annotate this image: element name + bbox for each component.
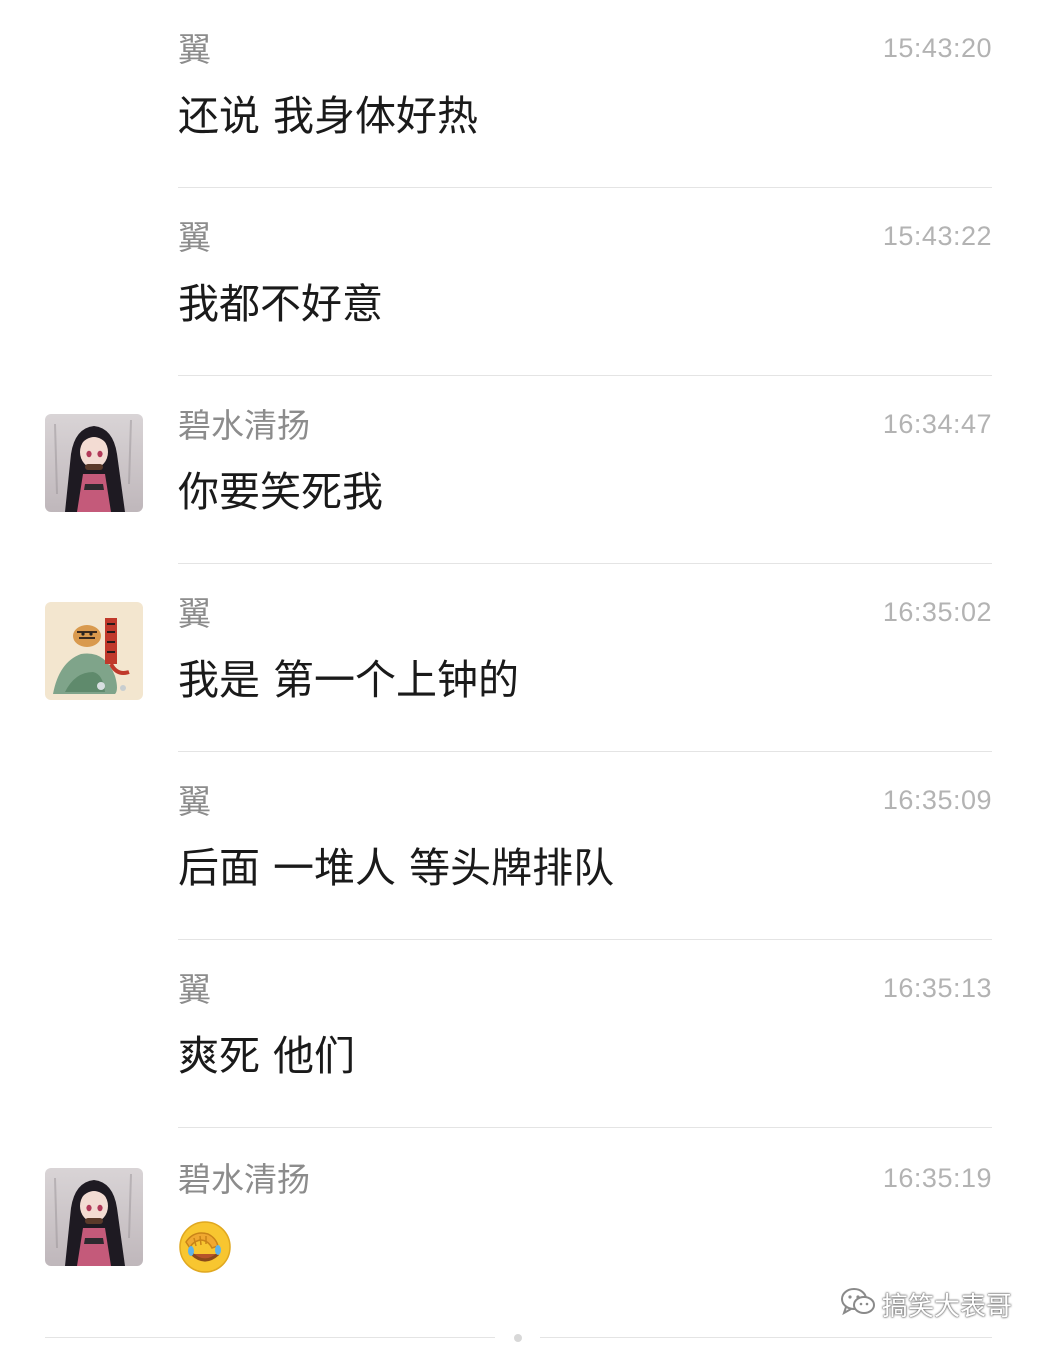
sender-name: 翼 <box>178 30 211 69</box>
watermark: 搞笑大表哥 <box>840 1284 1012 1324</box>
watermark-text: 搞笑大表哥 <box>882 1291 1013 1322</box>
chat-message[interactable]: 翼 16:35:13 爽死 他们 <box>0 940 1038 1128</box>
sender-name: 翼 <box>178 594 211 633</box>
chat-message[interactable]: 碧水清扬 16:34:47 你要笑死我 <box>0 376 1038 564</box>
sender-name: 翼 <box>178 782 211 821</box>
sender-name: 碧水清扬 <box>178 1160 310 1199</box>
message-time: 16:35:09 <box>882 785 992 815</box>
message-text: 你要笑死我 <box>178 468 383 516</box>
message-time: 15:43:22 <box>882 221 992 251</box>
message-text: 爽死 他们 <box>178 1032 356 1080</box>
wechat-icon <box>840 1286 876 1322</box>
divider <box>45 1337 495 1338</box>
message-text: 还说 我身体好热 <box>178 92 479 140</box>
message-time: 16:34:47 <box>882 409 992 439</box>
chat-message[interactable]: 翼 15:43:22 我都不好意 <box>0 188 1038 376</box>
chat-history-list: 翼 15:43:20 还说 我身体好热 翼 15:43:22 我都不好意 碧水清… <box>0 0 1038 1349</box>
sender-name: 碧水清扬 <box>178 406 310 445</box>
message-text: 我是 第一个上钟的 <box>178 656 520 704</box>
message-time: 16:35:19 <box>882 1163 992 1193</box>
anime-girl-avatar[interactable] <box>45 414 143 512</box>
message-time: 16:35:13 <box>882 973 992 1003</box>
chat-message[interactable]: 翼 15:43:20 还说 我身体好热 <box>0 0 1038 188</box>
message-time: 15:43:20 <box>882 33 992 63</box>
sender-name: 翼 <box>178 970 211 1009</box>
message-text: 后面 一堆人 等头牌排队 <box>178 844 615 892</box>
divider <box>540 1337 992 1338</box>
sender-name: 翼 <box>178 218 211 257</box>
chat-message[interactable]: 翼 16:35:09 后面 一堆人 等头牌排队 <box>0 752 1038 940</box>
facepalm-laughing-emoji-icon <box>178 1220 232 1274</box>
chat-message[interactable]: 翼 16:35:02 我是 第一个上钟的 <box>0 564 1038 752</box>
message-time: 16:35:02 <box>882 597 992 627</box>
tiger-painting-avatar[interactable] <box>45 602 143 700</box>
message-text: 我都不好意 <box>178 280 383 328</box>
divider <box>178 1127 992 1128</box>
anime-girl-avatar[interactable] <box>45 1168 143 1266</box>
page-indicator-dot <box>514 1334 522 1342</box>
